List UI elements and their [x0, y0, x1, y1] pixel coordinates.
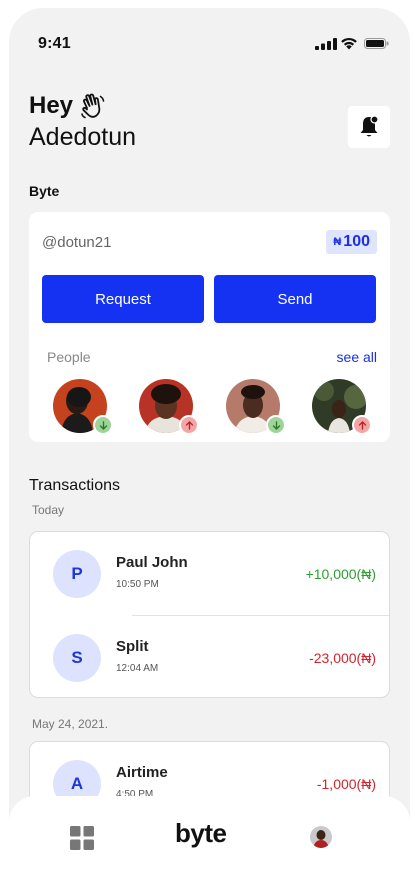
transaction-time: 12:04 AM — [116, 663, 159, 674]
balance-badge: ₦ 100 — [326, 230, 377, 254]
balance-value: 100 — [343, 233, 370, 250]
people-label: People — [47, 349, 91, 365]
transaction-initial: S — [53, 634, 101, 682]
transaction-row[interactable]: P Paul John 10:50 PM +10,000(₦) — [30, 532, 389, 615]
person-avatar[interactable] — [53, 379, 113, 435]
cellular-signal-icon — [315, 38, 337, 50]
arrow-up-icon — [358, 420, 366, 430]
greeting: Hey — [29, 92, 107, 120]
received-badge — [266, 415, 286, 435]
transaction-amount: +10,000(₦) — [305, 566, 376, 582]
sent-badge — [179, 415, 199, 435]
battery-icon — [364, 38, 389, 49]
arrow-down-icon — [272, 420, 280, 430]
see-all-link[interactable]: see all — [337, 349, 377, 365]
currency-symbol: ₦ — [333, 236, 342, 248]
transaction-amount: -1,000(₦) — [316, 776, 376, 792]
transaction-amount: -23,000(₦) — [309, 650, 376, 666]
bell-icon — [360, 115, 379, 137]
transaction-name: Airtime — [116, 764, 168, 781]
byte-section-title: Byte — [29, 183, 60, 199]
byte-card: @dotun21 ₦ 100 Request Send People see al… — [29, 212, 390, 442]
wifi-icon — [341, 37, 357, 50]
transaction-initial: P — [53, 550, 101, 598]
byte-logo[interactable]: byte — [175, 818, 227, 849]
transactions-card: P Paul John 10:50 PM +10,000(₦) S Split … — [29, 531, 390, 698]
bottom-navigation: byte — [9, 796, 410, 880]
date-group-label: May 24, 2021. — [32, 717, 109, 731]
greeting-text: Hey — [29, 92, 74, 119]
person-avatar[interactable] — [312, 379, 372, 435]
send-button[interactable]: Send — [214, 275, 376, 323]
arrow-up-icon — [185, 420, 193, 430]
user-name: Adedotun — [29, 123, 137, 151]
notifications-button[interactable] — [348, 106, 390, 148]
transaction-name: Split — [116, 638, 149, 655]
profile-avatar[interactable] — [310, 826, 332, 848]
phone-screen: 9:41 Hey Adedotun Byte @dotun21 ₦ 100 Re… — [9, 8, 410, 880]
waving-hand-icon — [81, 93, 105, 119]
transaction-time: 10:50 PM — [116, 579, 159, 590]
status-bar: 9:41 — [9, 8, 410, 64]
transactions-title: Transactions — [29, 477, 120, 494]
request-button[interactable]: Request — [42, 275, 204, 323]
sent-badge — [352, 415, 372, 435]
transaction-name: Paul John — [116, 554, 188, 571]
person-avatar[interactable] — [139, 379, 199, 435]
person-avatar[interactable] — [226, 379, 286, 435]
arrow-down-icon — [99, 420, 107, 430]
date-group-label: Today — [32, 503, 65, 517]
user-handle: @dotun21 — [42, 234, 112, 251]
transaction-row[interactable]: S Split 12:04 AM -23,000(₦) — [30, 616, 389, 699]
status-time: 9:41 — [38, 35, 71, 52]
dashboard-grid-icon[interactable] — [70, 826, 94, 850]
received-badge — [93, 415, 113, 435]
